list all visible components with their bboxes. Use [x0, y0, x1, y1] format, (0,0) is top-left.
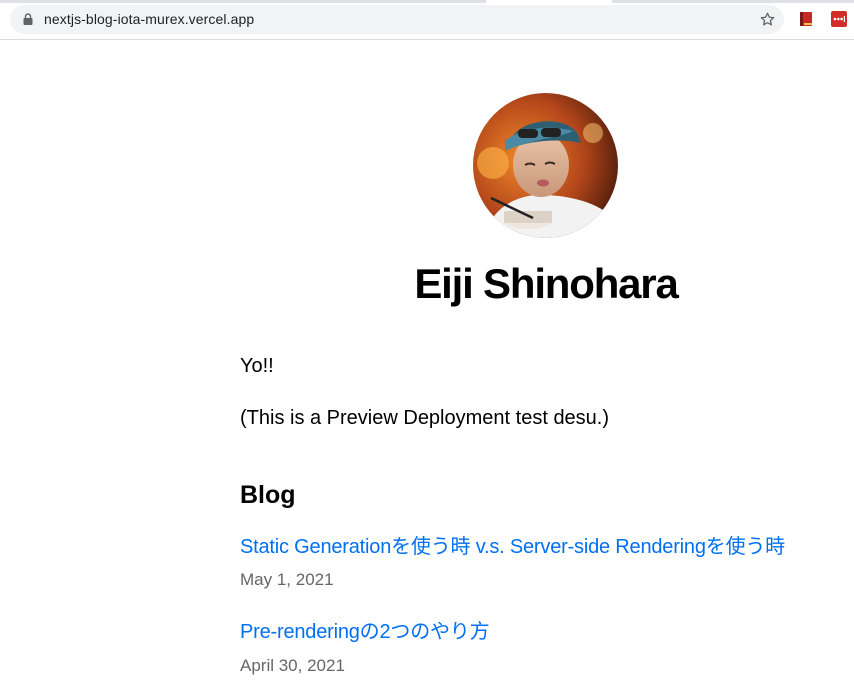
- lock-icon[interactable]: [23, 13, 33, 25]
- profile-photo: [473, 93, 618, 238]
- tab-strip: [0, 0, 854, 3]
- blog-post-date: May 1, 2021: [240, 570, 334, 589]
- bookmark-star-icon[interactable]: [759, 11, 776, 28]
- blog-post-link[interactable]: Static Generationを使う時 v.s. Server-side R…: [240, 534, 785, 560]
- avatar: [473, 93, 618, 238]
- intro-text: Yo!!: [240, 355, 274, 377]
- lastpass-icon[interactable]: [831, 11, 847, 27]
- browser-toolbar: nextjs-blog-iota-murex.vercel.app: [0, 0, 854, 40]
- page-title: Eiji Shinohara: [414, 260, 678, 307]
- intro-text: (This is a Preview Deployment test desu.…: [240, 407, 610, 429]
- blog-heading: Blog: [240, 481, 296, 509]
- address-bar[interactable]: nextjs-blog-iota-murex.vercel.app: [10, 5, 784, 34]
- url-text[interactable]: nextjs-blog-iota-murex.vercel.app: [44, 5, 254, 34]
- book-extension-icon[interactable]: [798, 11, 814, 27]
- blog-post-link[interactable]: Pre-renderingの2つのやり方: [240, 619, 490, 645]
- blog-post-date: April 30, 2021: [240, 656, 345, 675]
